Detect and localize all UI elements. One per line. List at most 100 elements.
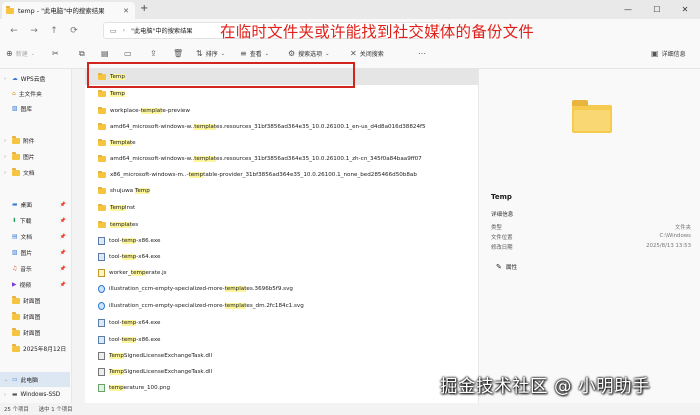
tab-search-results[interactable]: temp - "此电脑"中的搜索结果 ✕ [2,2,135,19]
file-row[interactable]: TempSignedLicenseExchangeTask.dll [85,364,478,380]
file-row[interactable]: workplace-template-preview [85,103,478,119]
minimize-button[interactable]: — [614,0,642,19]
file-row[interactable]: templates [85,217,478,233]
folder-icon [98,203,106,211]
file-row[interactable]: illustration_ccm-empty-specialized-more-… [85,298,478,314]
close-search-button[interactable]: ✕ 关闭搜索 [350,49,384,58]
folder-icon [12,296,20,304]
folder-icon [12,312,20,320]
sidebar-item-windows-ssd[interactable]: › ▬ Windows-SSD [0,387,70,402]
file-row[interactable]: worker_temperate.js [85,265,478,281]
file-row[interactable]: tool-temp-x64.exe [85,315,478,331]
details-type-row: 类型 文件夹 [491,225,691,231]
file-row[interactable]: tool-temp-x86.exe [85,332,478,348]
paste-icon[interactable]: ▤ [101,49,109,58]
properties-button[interactable]: ✎ 属性 [496,263,517,271]
sidebar-item-cover-1[interactable]: 封面图 [0,293,70,308]
sidebar-item-cover-2[interactable]: 封面图 [0,309,70,324]
forward-arrow-icon[interactable]: → [24,26,44,36]
file-name: x86_microsoft-windows-m..-temptable-prov… [110,172,417,178]
sidebar-item-documents-quick[interactable]: ▤ 文档 📌 [0,229,70,244]
selection-count: 选中 1 个项目 [38,407,73,413]
sort-icon: ⇅ [196,49,203,58]
new-tab-button[interactable]: + [140,4,148,14]
folder-icon [98,220,106,228]
video-icon: ▶ [12,281,17,288]
properties-icon: ✎ [496,263,502,271]
file-row[interactable]: shujuwa Temp [85,183,478,199]
more-icon[interactable]: ⋯ [418,49,426,58]
refresh-icon[interactable]: ⟳ [64,26,84,36]
details-pane: Temp 详细信息 类型 文件夹 文件位置 C:\Windows 修改日期 2025/… [478,69,700,403]
file-row[interactable]: illustration_ccm-empty-specialized-more-… [85,281,478,297]
folder-icon [98,186,106,194]
view-button[interactable]: ≡ 查看 ⌄ [240,49,269,58]
file-row[interactable]: TempInst [85,200,478,216]
maximize-button[interactable]: ☐ [643,0,671,19]
status-bar: 25 个项目 选中 1 个项目 [0,403,700,415]
sidebar-item-documents[interactable]: › 文档 [0,165,70,180]
rename-icon[interactable]: ▭ [124,49,132,58]
cut-icon[interactable]: ✂ [52,49,59,58]
sidebar-item-pictures[interactable]: › 图片 [0,149,70,164]
sort-button[interactable]: ⇅ 排序 ⌄ [196,49,225,58]
back-arrow-icon[interactable]: ← [4,26,24,36]
sidebar-item-gallery[interactable]: ▨ 图库 [0,101,70,116]
gallery-icon: ▨ [12,105,18,112]
delete-icon[interactable]: 🗑 [173,49,183,58]
search-options-button[interactable]: ⚙ 搜索选项 ⌄ [288,49,329,58]
plus-circle-icon: ⊕ [6,49,13,58]
address-text: "此电脑"中的搜索结果 [131,28,193,35]
pin-icon: 📌 [59,233,66,240]
pin-icon: 📌 [59,201,66,208]
copy-icon[interactable]: ⧉ [79,49,85,59]
new-button[interactable]: ⊕ 新建 ⌄ [6,49,35,58]
sidebar-item-wps-cloud[interactable]: › ☁ WPS云盘 [0,71,70,86]
up-arrow-icon[interactable]: ↑ [44,26,64,36]
drive-icon: ▬ [12,391,18,398]
file-row[interactable]: TempSignedLicenseExchangeTask.dll [85,348,478,364]
file-row[interactable]: temperature_100.png [85,380,478,396]
folder-icon [98,154,106,162]
file-row[interactable]: amd64_microsoft-windows-w..templates.res… [85,119,478,135]
file-row[interactable]: x86_microsoft-windows-m..-temptable-prov… [85,167,478,183]
sidebar-item-home[interactable]: ⌂ 主文件夹 [0,86,70,101]
document-icon: ▤ [12,233,18,240]
sidebar-item-cover-3[interactable]: 封面图 [0,325,70,340]
folder-icon [12,344,20,352]
file-name: amd64_microsoft-windows-w..templates.res… [110,124,426,130]
picture-icon: ▨ [12,249,18,256]
sidebar-item-music[interactable]: ♫ 音乐 📌 [0,261,70,276]
share-icon[interactable]: ⇪ [150,49,157,58]
file-name: tool-temp-x86.exe [109,238,161,244]
exe-file-icon [98,253,105,261]
file-list: Temp Temp workplace-template-preview amd64_… [85,69,478,403]
close-tab-icon[interactable]: ✕ [123,7,129,15]
file-row[interactable]: tool-temp-x86.exe [85,233,478,249]
sidebar-item-attachments[interactable]: › 附件 [0,133,70,148]
pin-icon: 📌 [59,265,66,272]
file-name: amd64_microsoft-windows-w..templates.res… [110,156,422,162]
file-row[interactable]: Temp [85,69,478,85]
dll-file-icon [98,368,105,376]
file-row[interactable]: Temp [85,86,478,102]
sidebar-item-downloads[interactable]: ⬇ 下载 📌 [0,213,70,228]
sidebar-item-pictures-quick[interactable]: ▨ 图片 📌 [0,245,70,260]
file-name: Temp [110,74,125,80]
computer-icon: ▭ [12,376,18,383]
watermark: 掘金技术社区 @ 小明助手 [440,377,651,397]
file-row[interactable]: Template [85,135,478,151]
close-window-button[interactable]: ✕ [671,0,699,19]
details-button[interactable]: ▣ 详细信息 [651,49,686,58]
home-icon: ⌂ [12,90,16,97]
dll-file-icon [98,352,105,360]
file-row[interactable]: amd64_microsoft-windows-w..templates.res… [85,151,478,167]
sidebar-item-this-pc[interactable]: ⌄ ▭ 此电脑 [0,372,70,387]
file-row[interactable]: tool-temp-x64.exe [85,249,478,265]
sidebar-item-videos[interactable]: ▶ 视频 📌 [0,277,70,292]
sidebar-item-desktop[interactable]: ▬ 桌面 📌 [0,197,70,212]
exe-file-icon [98,336,105,344]
png-file-icon [98,384,105,392]
file-name: shujuwa Temp [110,188,150,194]
sidebar-item-date-folder[interactable]: 2025年8月12日 [0,341,70,356]
